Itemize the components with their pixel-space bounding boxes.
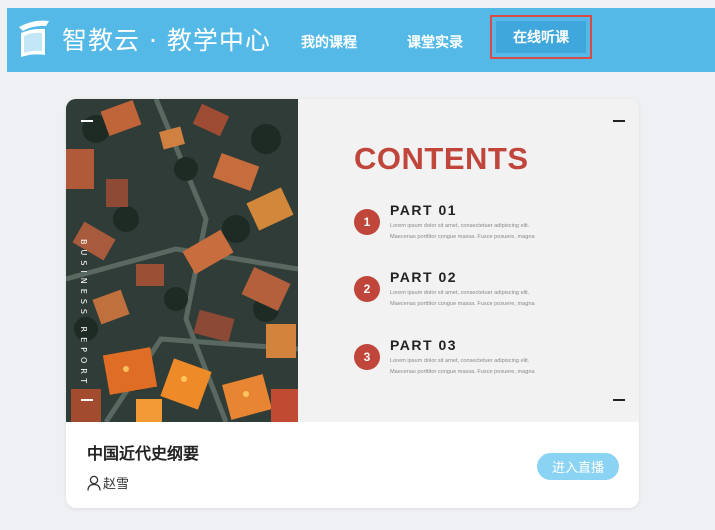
part-description: Lorem ipsum dolor sit amet, consectetuer… — [390, 288, 590, 310]
part-number-badge: 3 — [354, 344, 380, 370]
nav-online-lecture[interactable]: 在线听课 — [490, 15, 592, 59]
part-number-badge: 1 — [354, 209, 380, 235]
slide-vertical-text: BUSINESS REPORT — [79, 239, 88, 389]
aerial-rooftops-photo — [66, 99, 298, 422]
part-description-line: Lorem ipsum dolor sit amet, consectetuer… — [390, 358, 530, 364]
slide-part-item: 3 PART 03 Lorem ipsum dolor sit amet, co… — [354, 337, 594, 377]
part-description-line: Maecenas porttitor congue massa. Fusce p… — [390, 234, 535, 240]
brand-title[interactable]: 智教云 · 教学中心 — [62, 21, 271, 57]
teacher-info: 赵雪 — [87, 473, 129, 492]
slide-corner-dash — [613, 399, 625, 401]
part-description-line: Maecenas porttitor congue massa. Fusce p… — [390, 369, 535, 375]
course-card[interactable]: BUSINESS REPORT CONTENTS 1 PART 01 Lorem… — [66, 99, 639, 508]
course-title[interactable]: 中国近代史纲要 — [87, 440, 199, 464]
slide-corner-dash — [81, 399, 93, 401]
part-description-line: Lorem ipsum dolor sit amet, consectetuer… — [390, 223, 530, 229]
user-icon — [87, 475, 101, 491]
part-title: PART 03 — [390, 337, 458, 353]
nav-my-courses[interactable]: 我的课程 — [301, 32, 357, 52]
slide-corner-dash — [613, 120, 625, 122]
course-cover-slide[interactable]: BUSINESS REPORT CONTENTS 1 PART 01 Lorem… — [66, 99, 639, 422]
nav-class-recordings[interactable]: 课堂实录 — [407, 32, 463, 52]
enter-live-button[interactable]: 进入直播 — [537, 453, 619, 480]
part-description: Lorem ipsum dolor sit amet, consectetuer… — [390, 221, 590, 243]
part-title: PART 02 — [390, 269, 458, 285]
slide-part-item: 1 PART 01 Lorem ipsum dolor sit amet, co… — [354, 202, 594, 242]
teacher-name: 赵雪 — [103, 477, 130, 492]
slide-part-item: 2 PART 02 Lorem ipsum dolor sit amet, co… — [354, 269, 594, 309]
top-navigation-bar: 智教云 · 教学中心 我的课程 课堂实录 在线听课 — [7, 8, 715, 72]
part-description-line: Maecenas porttitor congue massa. Fusce p… — [390, 301, 535, 307]
part-title: PART 01 — [390, 202, 458, 218]
slide-corner-dash — [81, 120, 93, 122]
slide-contents-heading: CONTENTS — [354, 141, 529, 176]
open-book-icon — [19, 20, 49, 57]
part-description-line: Lorem ipsum dolor sit amet, consectetuer… — [390, 290, 530, 296]
part-number-badge: 2 — [354, 276, 380, 302]
nav-online-lecture-label: 在线听课 — [496, 21, 586, 53]
part-description: Lorem ipsum dolor sit amet, consectetuer… — [390, 356, 590, 378]
